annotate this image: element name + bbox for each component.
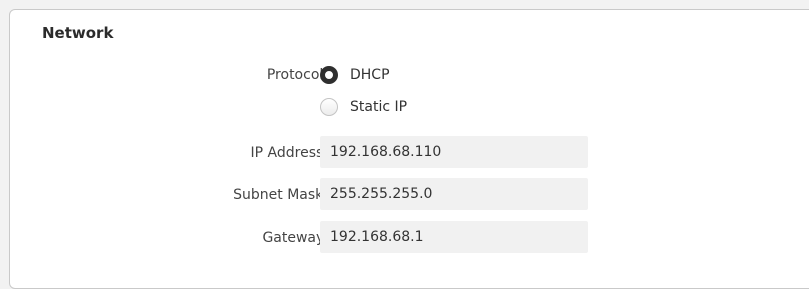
subnet-mask-field[interactable]: 255.255.255.0: [320, 178, 588, 210]
subnet-mask-label: Subnet Mask:: [233, 187, 328, 203]
dhcp-radio-button[interactable]: [320, 66, 338, 84]
protocol-option-static-ip[interactable]: Static IP: [320, 96, 407, 118]
network-settings-panel: Network Protocol: DHCP Static IP IP Addr…: [9, 9, 809, 289]
protocol-option-dhcp[interactable]: DHCP: [320, 64, 390, 86]
section-title: Network: [42, 24, 114, 42]
ip-address-field[interactable]: 192.168.68.110: [320, 136, 588, 168]
protocol-label: Protocol:: [266, 67, 328, 83]
dhcp-radio-label: DHCP: [350, 67, 390, 83]
gateway-label: Gateway:: [262, 230, 328, 246]
static-ip-radio-label: Static IP: [350, 99, 408, 115]
gateway-field[interactable]: 192.168.68.1: [320, 221, 588, 253]
ip-address-label: IP Address:: [250, 145, 329, 161]
static-ip-radio-button[interactable]: [320, 98, 338, 116]
